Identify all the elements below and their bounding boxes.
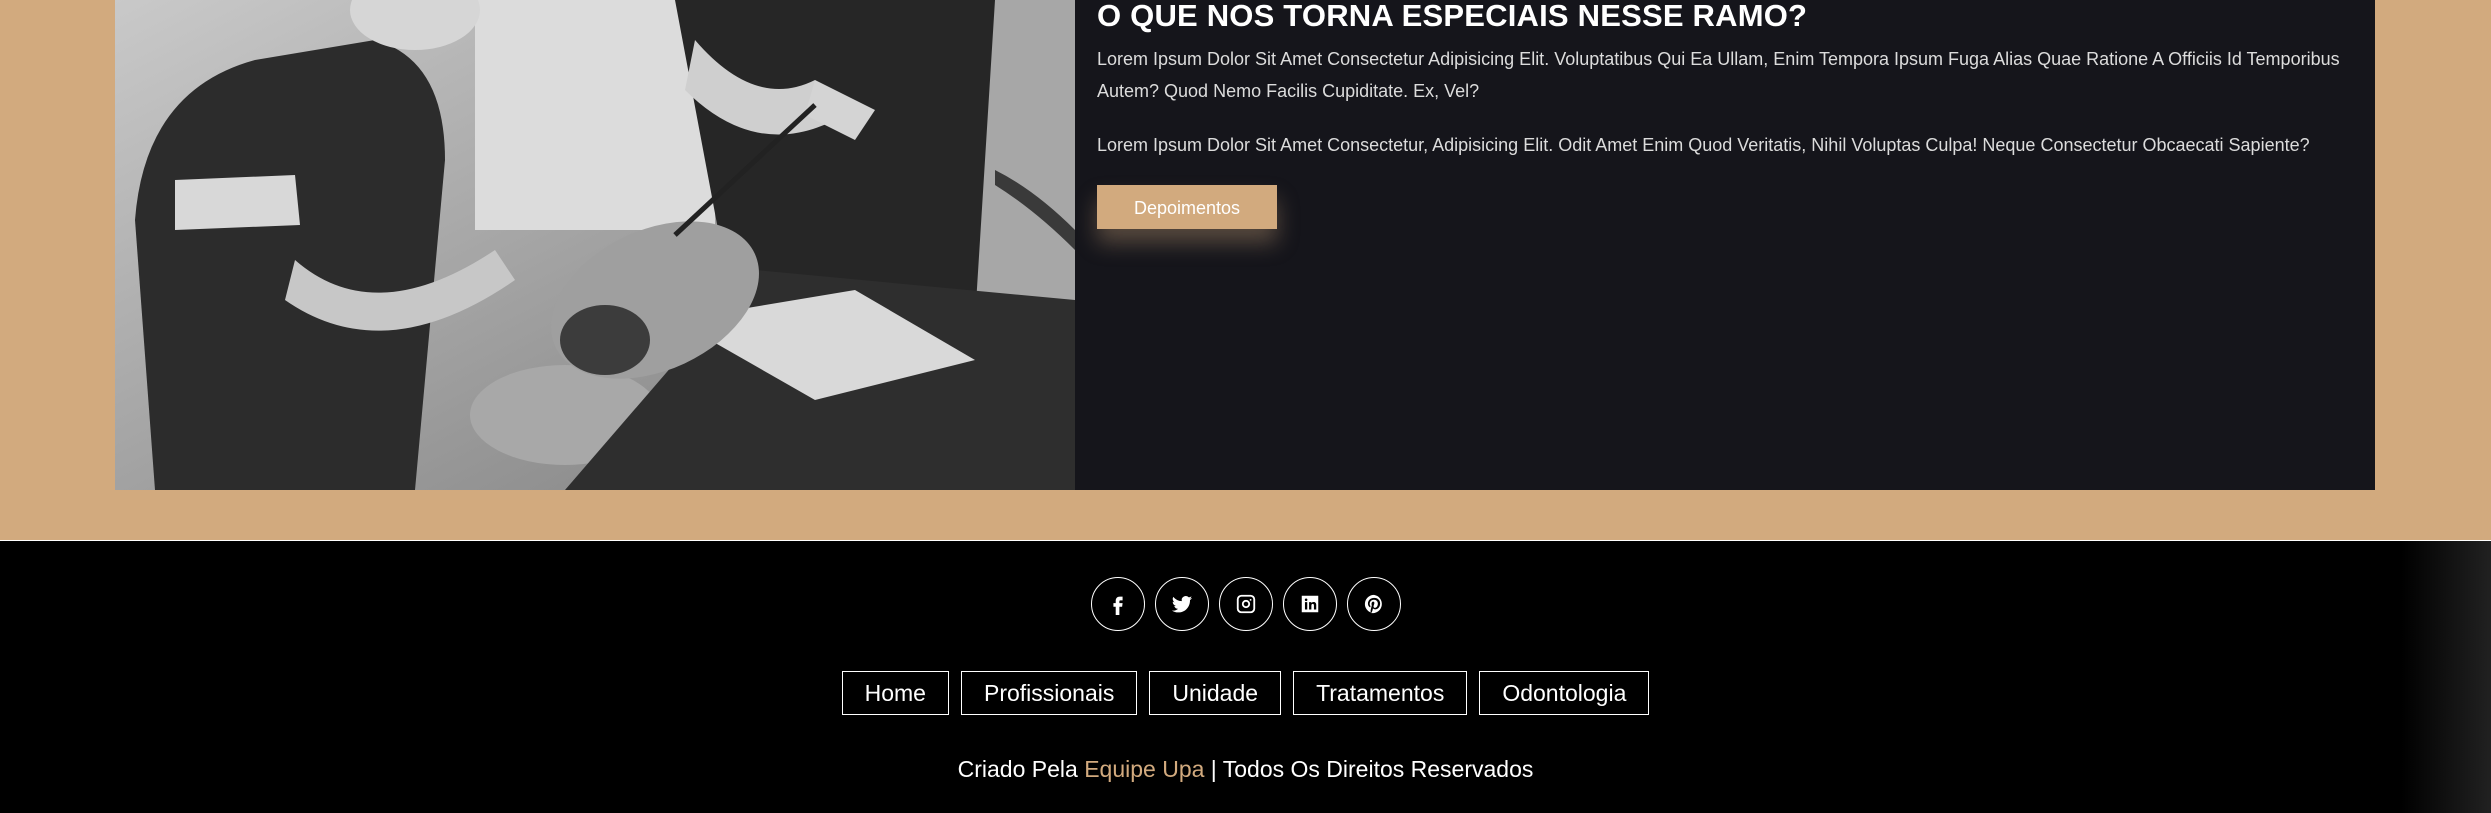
nav-profissionais[interactable]: Profissionais [960, 671, 1138, 715]
section-title: O QUE NOS TORNA ESPECIAIS NESSE RAMO? [1097, 0, 1808, 33]
credits-brand-link[interactable]: Equipe Upa [1084, 756, 1204, 782]
about-section: O QUE NOS TORNA ESPECIAIS NESSE RAMO? Lo… [0, 0, 2491, 540]
testimonials-button[interactable]: Depoimentos [1097, 185, 1277, 229]
facebook-icon [1112, 596, 1123, 615]
dentist-photo [115, 0, 1075, 490]
footer: Home Profissionais Unidade Tratamentos O… [0, 540, 2491, 813]
nav-home[interactable]: Home [841, 671, 949, 715]
instagram-link[interactable] [1218, 577, 1273, 631]
about-card: O QUE NOS TORNA ESPECIAIS NESSE RAMO? Lo… [115, 0, 2375, 490]
twitter-link[interactable] [1154, 577, 1209, 631]
nav-odontologia[interactable]: Odontologia [1479, 671, 1650, 715]
facebook-link[interactable] [1090, 577, 1145, 631]
nav-unidade[interactable]: Unidade [1149, 671, 1282, 715]
credits-suffix: | Todos Os Direitos Reservados [1210, 756, 1534, 782]
about-content: O QUE NOS TORNA ESPECIAIS NESSE RAMO? Lo… [1075, 0, 2375, 490]
twitter-icon [1171, 596, 1192, 613]
credits-prefix: Criado Pela [957, 756, 1078, 782]
about-paragraph-2: Lorem Ipsum Dolor Sit Amet Consectetur, … [1097, 135, 2310, 155]
footer-credits: Criado Pela Equipe Upa | Todos Os Direit… [0, 754, 2491, 784]
nav-tratamentos[interactable]: Tratamentos [1293, 671, 1468, 715]
instagram-icon [1236, 594, 1255, 614]
social-links [0, 577, 2491, 631]
pinterest-link[interactable] [1346, 577, 1401, 631]
linkedin-link[interactable] [1282, 577, 1337, 631]
footer-nav: Home Profissionais Unidade Tratamentos O… [0, 671, 2491, 715]
about-paragraph-1: Lorem Ipsum Dolor Sit Amet Consectetur A… [1097, 49, 2340, 101]
linkedin-icon [1301, 595, 1318, 613]
pinterest-icon [1364, 594, 1382, 614]
